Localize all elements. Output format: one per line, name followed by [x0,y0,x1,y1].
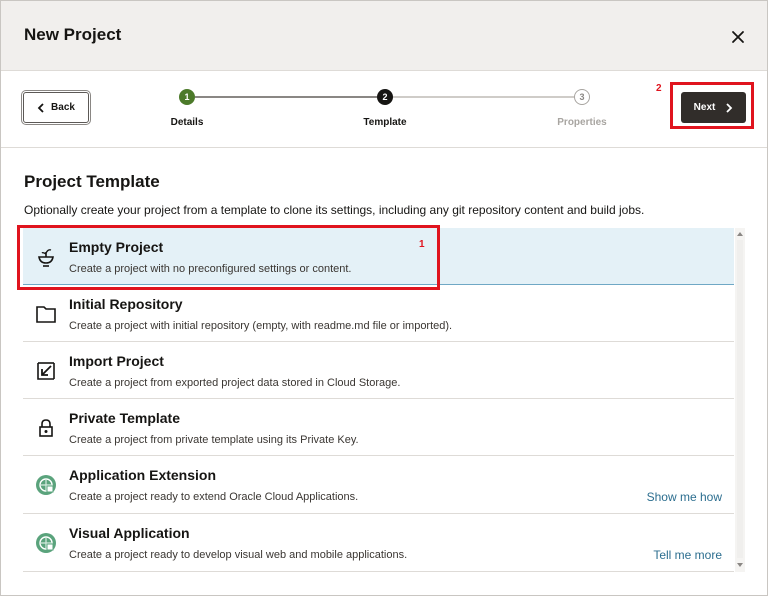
dialog-header: New Project [1,1,767,71]
template-description: Create a project from private template u… [69,434,359,446]
new-project-dialog: New Project Back 1 Details 2 Template 3 … [0,0,768,596]
import-arrow-icon [37,362,55,380]
template-description: Create a project from exported project d… [69,377,401,389]
next-highlight-marker: 2 [656,83,662,94]
template-description: Create a project with initial repository… [69,320,453,332]
template-highlight-marker: 1 [419,239,425,250]
template-description: Create a project ready to develop visual… [69,549,408,561]
section-title: Project Template [24,172,160,191]
train-connector [393,96,574,98]
template-item-initial-repository[interactable]: Initial Repository Create a project with… [23,285,734,342]
step-2-label[interactable]: Template [363,117,406,128]
app-extension-icon [36,475,56,495]
scroll-down-icon[interactable] [737,563,743,567]
step-2-indicator[interactable]: 2 [377,89,393,105]
template-item-private-template[interactable]: Private Template Create a project from p… [23,399,734,456]
back-button[interactable]: Back [23,92,89,123]
step-2-number: 2 [382,92,388,102]
template-item-visual-application[interactable]: Visual Application Create a project read… [23,514,734,572]
section-description: Optionally create your project from a te… [24,203,645,217]
template-item-application-extension[interactable]: Application Extension Create a project r… [23,456,734,514]
template-list-scrollbar[interactable] [735,228,745,572]
close-icon[interactable] [729,28,747,46]
template-title: Visual Application [69,525,190,541]
dialog-title: New Project [24,25,122,44]
template-title: Initial Repository [69,296,183,312]
folder-icon [36,306,56,323]
template-description: Create a project ready to extend Oracle … [69,491,359,503]
template-item-import-project[interactable]: Import Project Create a project from exp… [23,342,734,399]
back-button-label: Back [51,102,75,113]
template-title: Application Extension [69,467,217,483]
step-3-indicator[interactable]: 3 [574,89,590,105]
scroll-thumb[interactable] [737,240,743,558]
visual-app-icon [36,533,56,553]
template-title: Private Template [69,410,181,426]
step-3-number: 3 [579,92,585,102]
empty-project-highlight [17,225,440,290]
chevron-left-icon [37,102,44,113]
lock-icon [39,419,53,437]
step-1-label[interactable]: Details [171,117,204,128]
train-connector [195,96,377,98]
tell-me-more-link[interactable]: Tell me more [653,548,722,562]
wizard-toolbar: Back 1 Details 2 Template 3 Properties N… [1,71,767,148]
next-button-highlight [670,82,754,129]
template-title: Import Project [69,353,164,369]
show-me-how-link[interactable]: Show me how [647,490,722,504]
step-1-number: 1 [184,92,190,102]
scroll-up-icon[interactable] [737,232,743,236]
step-3-label[interactable]: Properties [557,117,606,128]
step-1-indicator[interactable]: 1 [179,89,195,105]
